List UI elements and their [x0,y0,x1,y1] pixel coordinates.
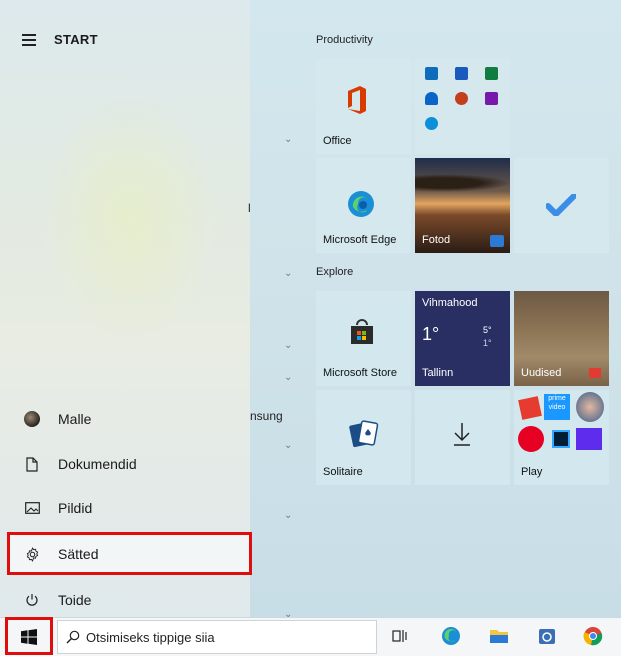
outlook-icon[interactable] [425,67,438,80]
rail-item-label: Sätted [58,546,99,562]
word-icon[interactable] [455,67,468,80]
taskbar-search-box[interactable]: Otsimiseks tippige siia [57,620,377,654]
tile-play-folder[interactable]: prime video Play [514,390,609,485]
prime-video-icon[interactable]: prime video [544,394,570,420]
tile-todo[interactable] [514,158,609,253]
search-icon [66,630,80,644]
app-list-truncated-text: nsung [250,409,283,423]
edge-taskbar-icon[interactable] [440,625,462,647]
dolby-access-icon[interactable] [576,428,602,450]
edge-logo-icon [348,191,374,217]
weather-temp: 1° [422,324,440,344]
tile-office[interactable]: Office [316,59,411,154]
chevron-down-icon[interactable]: ⌄ [284,268,292,279]
checkmark-icon [546,194,576,216]
mail-or-app-taskbar-icon[interactable] [536,625,558,647]
weather-condition: Vihmahood [422,297,478,309]
tile-download-placeholder[interactable] [415,390,510,485]
rail-item-documents[interactable]: Dokumendid [0,444,250,484]
rail-item-label: Malle [58,411,92,427]
tile-label: Office [323,135,352,147]
gear-icon [22,546,42,562]
document-icon [22,456,42,472]
tile-photos[interactable]: Fotod [415,158,510,253]
chevron-down-icon[interactable]: ⌄ [284,510,292,521]
tile-label: Solitaire [323,466,363,478]
photos-app-icon [490,235,504,247]
news-app-icon [589,368,601,378]
prime-video-label: prime video [548,395,566,411]
rail-item-label: Toide [58,592,92,608]
onenote-icon[interactable] [485,92,498,105]
chevron-down-icon[interactable]: ⌄ [284,440,292,451]
tile-weather[interactable]: Vihmahood 1° 5° 1° Tallinn [415,291,510,386]
game-character-icon[interactable] [576,392,604,422]
skype-icon[interactable] [425,117,438,130]
rail-item-pictures[interactable]: Pildid [0,488,250,528]
tile-microsoft-edge[interactable]: Microsoft Edge [316,158,411,253]
pictures-icon [22,502,42,514]
tile-label: Microsoft Store [323,367,397,379]
rail-item-label: Pildid [58,500,93,516]
tile-label: Play [521,466,543,478]
cards-icon [349,420,379,448]
start-header: START [22,32,98,47]
rail-item-user[interactable]: Malle [0,399,250,439]
onedrive-icon[interactable] [425,92,438,105]
group-title-productivity[interactable]: Productivity [316,34,373,46]
palm-silhouette [415,174,510,192]
file-explorer-icon[interactable] [488,625,510,647]
photoshop-express-icon[interactable] [552,430,570,448]
start-button[interactable] [5,617,53,655]
weather-city: Tallinn [422,367,454,379]
tile-office-apps-folder[interactable] [415,59,510,154]
weather-low: 1° [483,338,492,348]
excel-icon[interactable] [485,67,498,80]
search-placeholder: Otsimiseks tippige siia [86,629,215,645]
chevron-down-icon[interactable]: ⌄ [284,340,292,351]
chevron-down-icon[interactable]: ⌄ [284,134,292,145]
chevron-down-icon[interactable]: ⌄ [284,372,292,383]
weather-high: 5° [483,325,492,335]
rail-item-power[interactable]: Toide [0,580,250,620]
download-arrow-icon [454,423,470,446]
rail-item-settings[interactable]: Sätted [0,534,250,574]
windows-logo-icon [21,629,37,645]
tile-microsoft-store[interactable]: Microsoft Store [316,291,411,386]
power-icon [22,593,42,607]
store-bag-icon [351,319,373,344]
tile-label: Uudised [521,367,562,379]
office-logo-icon [348,86,366,114]
hamburger-menu-icon[interactable] [22,34,36,46]
pinterest-icon[interactable] [518,426,544,452]
game-icon[interactable] [518,396,542,420]
start-title: START [54,32,98,47]
task-view-icon[interactable] [389,625,411,647]
rail-blur-highlight [40,90,220,350]
tile-solitaire[interactable]: Solitaire [316,390,411,485]
group-title-explore[interactable]: Explore [316,266,353,278]
app-list-truncated-text: l [248,201,251,215]
tile-label: Microsoft Edge [323,234,397,246]
powerpoint-icon[interactable] [455,92,468,105]
tile-news[interactable]: Uudised [514,291,609,386]
user-avatar [24,411,40,427]
chrome-icon[interactable] [582,625,604,647]
app-list-column [250,0,300,617]
tile-label: Fotod [422,234,451,246]
rail-item-label: Dokumendid [58,456,137,472]
